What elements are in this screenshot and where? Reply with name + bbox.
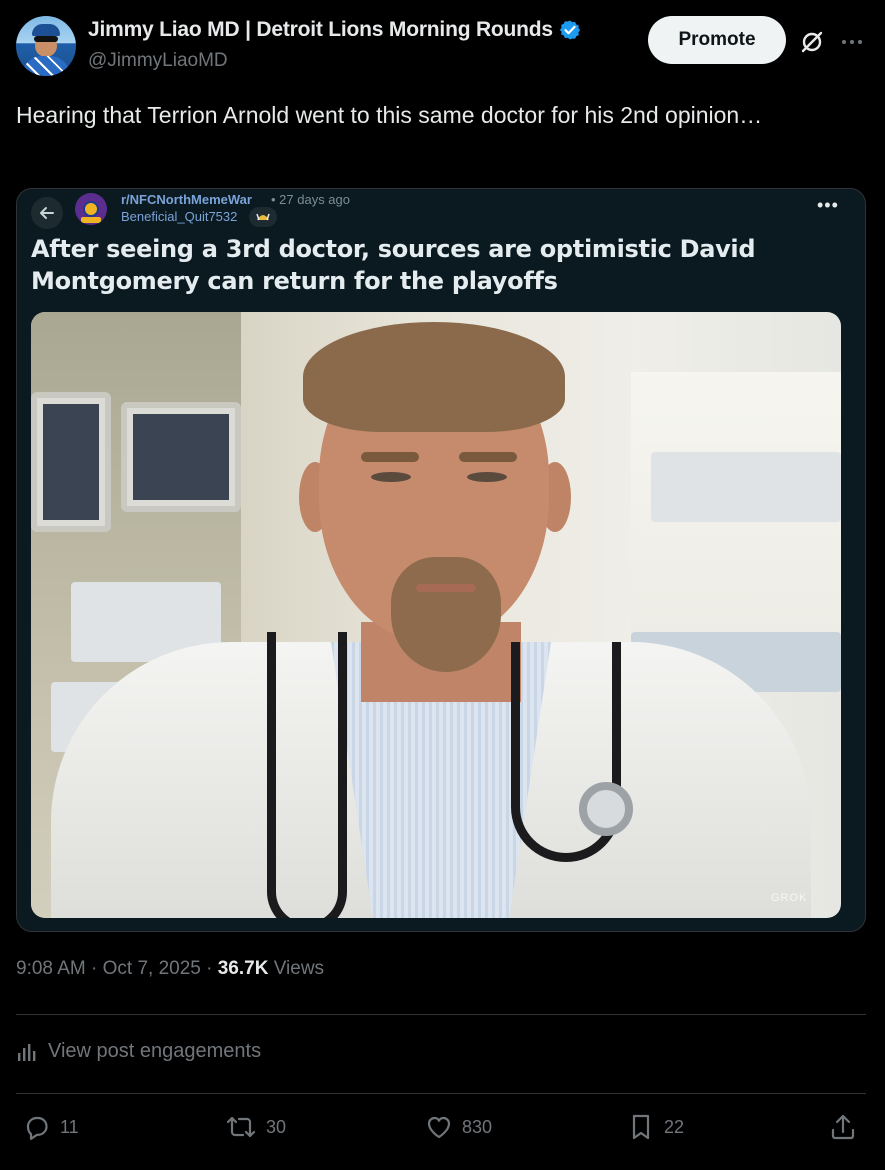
action-bar: 11 30 830 22 [16,1112,866,1152]
photo-watermark: GROK [771,892,808,904]
verified-badge-icon [559,20,581,40]
tweet-header: Jimmy Liao MD | Detroit Lions Morning Ro… [16,16,869,80]
meta-separator: · [91,958,103,979]
doctor-photo: GROK [31,312,841,918]
views-count: 36.7K [217,958,269,979]
tweet-media[interactable]: r/NFCNorthMemeWar • 27 days ago Benefici… [16,188,866,932]
photo-mouth [416,584,476,592]
vikings-flair-icon [249,207,277,227]
like-count: 830 [462,1116,493,1137]
photo-goatee [391,557,501,672]
tweet-text: Hearing that Terrion Arnold went to this… [16,102,763,128]
back-arrow-icon [31,197,63,229]
photo-stethoscope-left [267,632,347,918]
more-icon[interactable] [836,26,868,58]
photo-eye-left [371,472,411,482]
promote-button[interactable]: Promote [648,16,786,64]
photo-equipment-3 [651,452,841,522]
back-arrow-glyph [40,207,54,219]
photo-monitor-2 [121,402,241,512]
photo-eye-right [467,472,507,482]
like-button[interactable]: 830 [424,1112,492,1142]
repost-icon [226,1116,256,1138]
subreddit-avatar [75,193,107,225]
reply-button[interactable]: 11 [22,1112,79,1142]
post-more-icon: ••• [817,195,839,215]
tweet-date[interactable]: Oct 7, 2025 [103,958,201,979]
divider [16,1093,866,1094]
share-icon [831,1114,855,1140]
photo-monitor-1 [31,392,111,532]
post-age: • 27 days ago [271,192,350,207]
bookmark-count: 22 [664,1116,685,1137]
flair-glyph [256,213,270,221]
bookmark-icon [632,1114,650,1140]
repost-count: 30 [266,1116,287,1137]
avatar-shirt [22,56,70,76]
reply-count: 11 [60,1116,79,1137]
meta-separator: · [206,958,218,979]
photo-brow-right [459,452,517,462]
divider [16,1014,866,1015]
bookmark-button[interactable]: 22 [626,1112,684,1142]
more-dots [842,40,862,44]
repost-button[interactable]: 30 [224,1112,286,1142]
subreddit-logo-tag [81,217,101,223]
photo-stethoscope-chestpiece [579,782,633,836]
tweet-meta: 9:08 AM · Oct 7, 2025 · 36.7K Views [16,958,324,980]
view-engagements-label: View post engagements [48,1040,262,1062]
photo-brow-left [361,452,419,462]
author-display-name[interactable]: Jimmy Liao MD | Detroit Lions Morning Ro… [88,18,553,42]
author-name-row: Jimmy Liao MD | Detroit Lions Morning Ro… [88,18,581,42]
view-engagements-link[interactable]: View post engagements [16,1040,261,1063]
tweet-time[interactable]: 9:08 AM [16,958,86,979]
post-title: After seeing a 3rd doctor, sources are o… [31,235,756,295]
post-username: Beneficial_Quit7532 [121,209,238,224]
avatar-cap [32,24,60,36]
subreddit-logo-icon [83,201,99,217]
avatar-sunglasses [34,36,58,42]
heart-icon [427,1116,451,1139]
reply-icon [26,1116,48,1140]
grok-icon[interactable] [796,26,828,58]
views-label: Views [273,958,325,979]
author-handle[interactable]: @JimmyLiaoMD [88,50,228,72]
photo-window [631,372,841,672]
analytics-icon [18,1043,36,1061]
share-button[interactable] [828,1112,858,1142]
photo-hair [303,322,565,432]
author-avatar[interactable] [16,16,76,76]
grok-glyph [801,31,823,53]
subreddit-name: r/NFCNorthMemeWar [121,192,252,207]
